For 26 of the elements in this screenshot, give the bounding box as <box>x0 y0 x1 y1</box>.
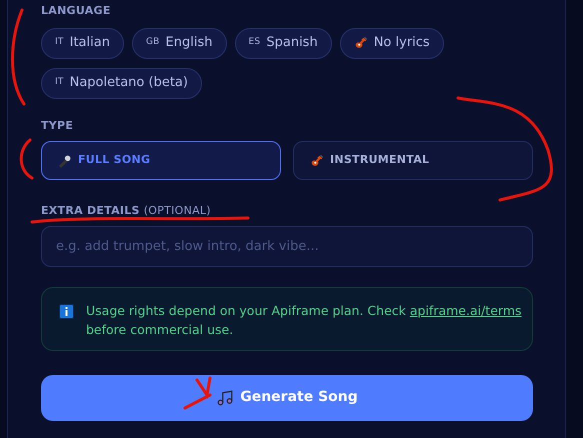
terms-link[interactable]: apiframe.ai/terms <box>410 302 522 318</box>
country-code: ES <box>248 36 260 50</box>
type-option[interactable]: INSTRUMENTAL <box>293 141 533 180</box>
language-chip[interactable]: IT Napoletano (beta) <box>41 68 202 98</box>
language-chip[interactable]: GB English <box>132 28 226 58</box>
notice-text: Usage rights depend on your Apiframe plan. Check apiframe.ai/terms before commercial use. <box>86 302 522 338</box>
section-label: TYPE <box>41 118 74 134</box>
guitar-icon <box>354 36 368 50</box>
music-note-icon <box>216 388 234 406</box>
generate-song-button[interactable]: Generate Song <box>41 374 533 420</box>
country-code: GB <box>146 36 160 50</box>
country-code: IT <box>55 76 64 90</box>
annotation-arrow <box>184 376 212 410</box>
extra-details-field[interactable]: e.g. add trumpet, slow intro, dark vibe... <box>41 226 533 266</box>
section-label: LANGUAGE <box>41 3 112 19</box>
country-code: IT <box>55 36 64 50</box>
field-label: EXTRA DETAILS <box>41 203 140 219</box>
info-icon <box>59 304 74 318</box>
field-hint: (OPTIONAL) <box>144 203 211 219</box>
annotation-stroke <box>20 138 34 180</box>
microphone-icon <box>58 154 72 168</box>
language-chip[interactable]: IT Italian <box>41 28 124 58</box>
type-option[interactable]: FULL SONG <box>41 141 281 180</box>
language-chip[interactable]: ES Spanish <box>234 28 332 58</box>
guitar-icon <box>310 154 324 168</box>
language-chip[interactable]: No lyrics <box>340 28 444 58</box>
